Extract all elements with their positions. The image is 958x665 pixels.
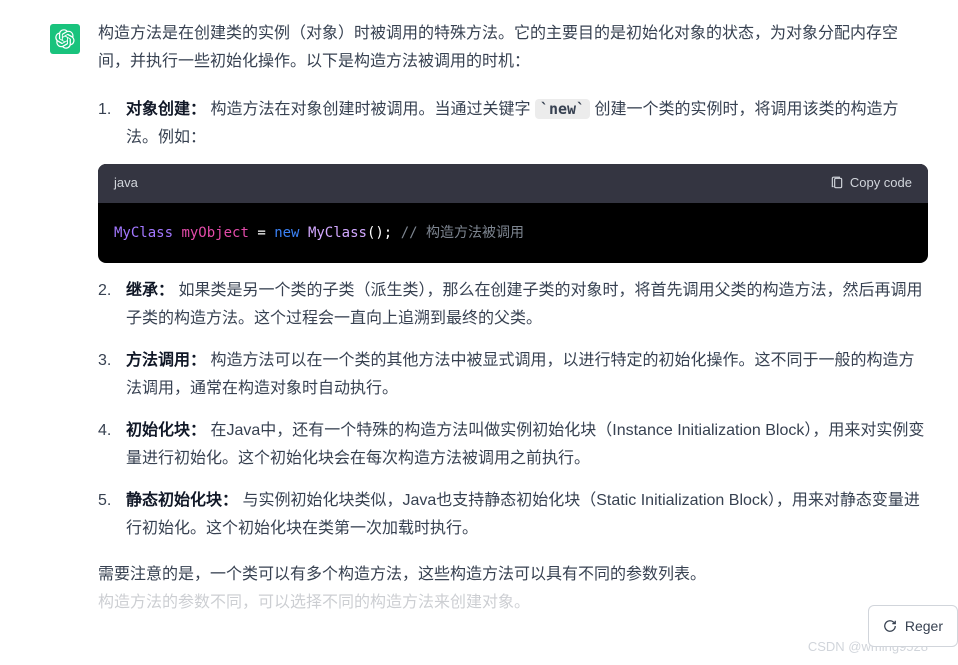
refresh-icon [883, 619, 897, 633]
assistant-message: 构造方法是在创建类的实例（对象）时被调用的特殊方法。它的主要目的是初始化对象的状… [98, 20, 928, 617]
outro-text: 需要注意的是，一个类可以有多个构造方法，这些构造方法可以具有不同的参数列表。 [98, 561, 928, 589]
item-title: 静态初始化块： [126, 492, 238, 509]
code-lang-label: java [114, 172, 138, 195]
item-title: 方法调用： [126, 352, 206, 369]
item-title: 对象创建： [126, 101, 206, 118]
item-body: 如果类是另一个类的子类（派生类），那么在创建子类的对象时，将首先调用父类的构造方… [126, 282, 922, 327]
intro-text: 构造方法是在创建类的实例（对象）时被调用的特殊方法。它的主要目的是初始化对象的状… [98, 20, 928, 76]
item-title: 初始化块： [126, 422, 206, 439]
ordered-list: 对象创建： 构造方法在对象创建时被调用。当通过关键字 `new` 创建一个类的实… [98, 96, 928, 543]
copy-label: Copy code [850, 172, 912, 195]
code-token: new [274, 225, 299, 241]
code-token: // 构造方法被调用 [401, 225, 524, 241]
code-token: = [257, 225, 265, 241]
list-item: 静态初始化块： 与实例初始化块类似，Java也支持静态初始化块（Static I… [98, 487, 928, 543]
list-item: 初始化块： 在Java中，还有一个特殊的构造方法叫做实例初始化块（Instanc… [98, 417, 928, 473]
regenerate-button[interactable]: Reger [868, 605, 958, 648]
item-body: 构造方法可以在一个类的其他方法中被显式调用，以进行特定的初始化操作。这不同于一般… [126, 352, 914, 397]
clipboard-icon [830, 176, 844, 190]
item-body: 在Java中，还有一个特殊的构造方法叫做实例初始化块（Instance Init… [126, 422, 924, 467]
code-block: java Copy code MyClass myObject = [98, 164, 928, 263]
code-token: MyClass [114, 225, 173, 241]
list-item: 对象创建： 构造方法在对象创建时被调用。当通过关键字 `new` 创建一个类的实… [98, 96, 928, 263]
assistant-avatar [50, 24, 80, 54]
openai-logo-icon [55, 29, 75, 49]
list-item: 方法调用： 构造方法可以在一个类的其他方法中被显式调用，以进行特定的初始化操作。… [98, 347, 928, 403]
code-body: MyClass myObject = new MyClass(); // 构造方… [98, 203, 928, 264]
regenerate-label: Reger [905, 614, 943, 639]
copy-code-button[interactable]: Copy code [830, 172, 912, 195]
item-title: 继承： [126, 282, 174, 299]
item-body: 与实例初始化块类似，Java也支持静态初始化块（Static Initializ… [126, 492, 920, 537]
list-item: 继承： 如果类是另一个类的子类（派生类），那么在创建子类的对象时，将首先调用父类… [98, 277, 928, 333]
item-body-pre: 构造方法在对象创建时被调用。当通过关键字 [206, 101, 535, 118]
code-token: MyClass [308, 225, 367, 241]
inline-code: `new` [535, 99, 590, 119]
code-header: java Copy code [98, 164, 928, 203]
code-token: (); [367, 225, 392, 241]
code-token: myObject [181, 225, 248, 241]
outro-text-2: 构造方法的参数不同，可以选择不同的构造方法来创建对象。 [98, 589, 928, 617]
